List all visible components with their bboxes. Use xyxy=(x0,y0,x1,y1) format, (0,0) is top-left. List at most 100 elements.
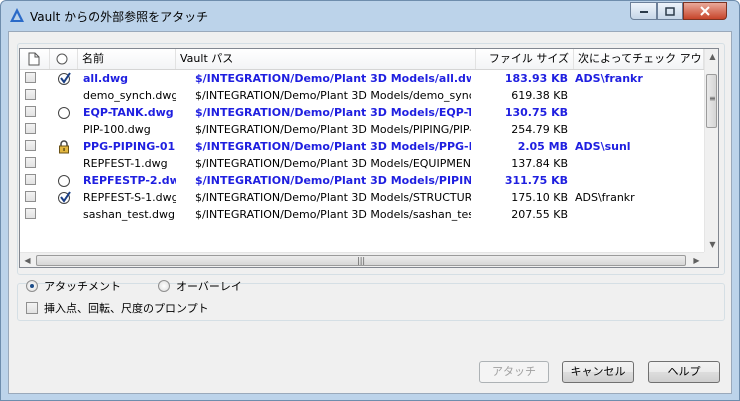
header-checkbox-column[interactable] xyxy=(20,49,50,69)
vault-path: $/INTEGRATION/Demo/Plant 3D Models/EQP-T xyxy=(195,106,471,119)
prompt-checkbox[interactable]: 挿入点、回転、尺度のプロンプト xyxy=(26,300,209,316)
file-size: 137.84 KB xyxy=(511,157,568,170)
grip-icon: ||| xyxy=(357,256,366,265)
checked-out-by xyxy=(575,206,703,223)
checked-out-by xyxy=(575,121,703,138)
scroll-down-icon[interactable]: ▼ xyxy=(705,237,718,252)
checked-out-by: ADS\frankr xyxy=(575,191,635,204)
vault-app-icon xyxy=(10,8,24,22)
grip-icon: ≡ xyxy=(709,94,716,103)
file-name: REPFESTP-2.dwg xyxy=(83,174,176,187)
file-name: demo_synch.dwg xyxy=(83,89,176,102)
attach-radio-label: アタッチメント xyxy=(44,280,121,293)
minimize-button[interactable] xyxy=(630,2,657,20)
row-checkbox[interactable] xyxy=(25,157,36,168)
attach-button[interactable]: アタッチ xyxy=(479,361,549,383)
file-name: REPFEST-1.dwg xyxy=(83,157,168,170)
prompt-checkbox-label: 挿入点、回転、尺度のプロンプト xyxy=(44,302,209,315)
vault-path: $/INTEGRATION/Demo/Plant 3D Models/EQUIP… xyxy=(195,157,471,170)
available-circle-icon xyxy=(57,105,72,120)
table-row[interactable]: REPFESTP-2.dwg $/INTEGRATION/Demo/Plant 3… xyxy=(20,172,704,189)
table-row[interactable]: REPFEST-1.dwg $/INTEGRATION/Demo/Plant 3D… xyxy=(20,155,704,172)
checked-out-by xyxy=(575,155,703,172)
file-size: 130.75 KB xyxy=(504,106,568,119)
scroll-right-icon[interactable]: ▶ xyxy=(689,253,704,267)
help-button[interactable]: ヘルプ xyxy=(648,361,720,383)
checked-out-by xyxy=(575,87,703,104)
file-name: all.dwg xyxy=(83,72,129,85)
document-icon xyxy=(28,52,40,66)
header-checked-out-by[interactable]: 次によってチェック アウト xyxy=(574,49,704,69)
radio-selected-icon xyxy=(26,280,38,292)
overlay-radio[interactable]: オーバーレイ xyxy=(158,278,242,294)
file-size: 254.79 KB xyxy=(511,123,568,136)
file-size: 207.55 KB xyxy=(511,208,568,221)
cancel-button[interactable]: キャンセル xyxy=(562,361,634,383)
checked-out-check-icon xyxy=(57,71,72,86)
table-row[interactable]: REPFEST-S-1.dwg $/INTEGRATION/Demo/Plant … xyxy=(20,189,704,206)
vault-path: $/INTEGRATION/Demo/Plant 3D Models/demo_… xyxy=(195,89,471,102)
file-list[interactable]: 名前 Vault パス ファイル サイズ 次によってチェック アウト all.d… xyxy=(19,48,719,268)
scroll-corner xyxy=(704,252,718,267)
file-name: sashan_test.dwg xyxy=(83,208,175,221)
title-bar[interactable]: Vault からの外部参照をアタッチ xyxy=(1,1,739,31)
header-status-column[interactable] xyxy=(50,49,78,69)
file-size: 175.10 KB xyxy=(511,191,568,204)
table-row[interactable]: PIP-100.dwg $/INTEGRATION/Demo/Plant 3D M… xyxy=(20,121,704,138)
row-checkbox[interactable] xyxy=(25,72,36,83)
close-button[interactable] xyxy=(683,2,727,20)
file-size: 619.38 KB xyxy=(511,89,568,102)
table-row[interactable]: PPG-PIPING-01.dw $/INTEGRATION/Demo/Plant… xyxy=(20,138,704,155)
dialog-body: 名前 Vault パス ファイル サイズ 次によってチェック アウト all.d… xyxy=(8,31,732,394)
file-name: PIP-100.dwg xyxy=(83,123,151,136)
vault-path: $/INTEGRATION/Demo/Plant 3D Models/PIPIN… xyxy=(195,123,471,136)
maximize-button[interactable] xyxy=(657,2,683,20)
row-checkbox[interactable] xyxy=(25,140,36,151)
row-checkbox[interactable] xyxy=(25,106,36,117)
header-file-size[interactable]: ファイル サイズ xyxy=(476,49,574,69)
vault-path: $/INTEGRATION/Demo/Plant 3D Models/sasha… xyxy=(195,208,471,221)
horizontal-scroll-thumb[interactable]: ||| xyxy=(36,255,686,266)
file-size: 2.05 MB xyxy=(517,140,568,153)
header-name[interactable]: 名前 xyxy=(78,49,176,69)
header-vault-path[interactable]: Vault パス xyxy=(176,49,476,69)
checked-out-check-icon xyxy=(57,190,72,205)
window-title: Vault からの外部参照をアタッチ xyxy=(30,10,209,24)
file-size: 183.93 KB xyxy=(504,72,568,85)
row-checkbox[interactable] xyxy=(25,191,36,202)
dialog-window: Vault からの外部参照をアタッチ 名前 Vault パス ファイル サイズ xyxy=(0,0,740,401)
row-checkbox[interactable] xyxy=(25,89,36,100)
vault-path: $/INTEGRATION/Demo/Plant 3D Models/PIPIN… xyxy=(195,174,471,187)
radio-unselected-icon xyxy=(158,280,170,292)
vault-path: $/INTEGRATION/Demo/Plant 3D Models/PPG-P xyxy=(195,140,471,153)
file-name: REPFEST-S-1.dwg xyxy=(83,191,176,204)
vertical-scroll-thumb[interactable]: ≡ xyxy=(706,74,717,128)
file-size: 311.75 KB xyxy=(504,174,568,187)
row-checkbox[interactable] xyxy=(25,208,36,219)
table-row[interactable]: demo_synch.dwg $/INTEGRATION/Demo/Plant 3… xyxy=(20,87,704,104)
status-circle-icon xyxy=(56,53,68,65)
vault-path: $/INTEGRATION/Demo/Plant 3D Models/STRUC… xyxy=(195,191,471,204)
table-row[interactable]: all.dwg $/INTEGRATION/Demo/Plant 3D Model… xyxy=(20,70,704,87)
checked-out-by: ADS\sunl xyxy=(575,140,631,153)
checked-out-by: ADS\frankr xyxy=(575,72,643,85)
close-icon xyxy=(700,6,710,16)
row-checkbox[interactable] xyxy=(25,123,36,134)
row-checkbox[interactable] xyxy=(25,174,36,185)
scroll-up-icon[interactable]: ▲ xyxy=(705,49,718,64)
minimize-icon xyxy=(639,11,648,13)
vault-path: $/INTEGRATION/Demo/Plant 3D Models/all.d… xyxy=(195,72,471,85)
available-circle-icon xyxy=(57,173,72,188)
table-row[interactable]: sashan_test.dwg $/INTEGRATION/Demo/Plant … xyxy=(20,206,704,223)
overlay-radio-label: オーバーレイ xyxy=(176,280,242,293)
checked-out-by xyxy=(575,172,703,189)
scroll-left-icon[interactable]: ◀ xyxy=(20,253,35,267)
attach-radio[interactable]: アタッチメント xyxy=(26,278,121,294)
table-row[interactable]: EQP-TANK.dwg $/INTEGRATION/Demo/Plant 3D … xyxy=(20,104,704,121)
list-header: 名前 Vault パス ファイル サイズ 次によってチェック アウト xyxy=(20,49,704,70)
locked-padlock-icon xyxy=(57,139,72,154)
checked-out-by xyxy=(575,104,703,121)
file-name: EQP-TANK.dwg xyxy=(83,106,174,119)
checkbox-unchecked-icon xyxy=(26,302,38,314)
maximize-icon xyxy=(665,6,675,16)
